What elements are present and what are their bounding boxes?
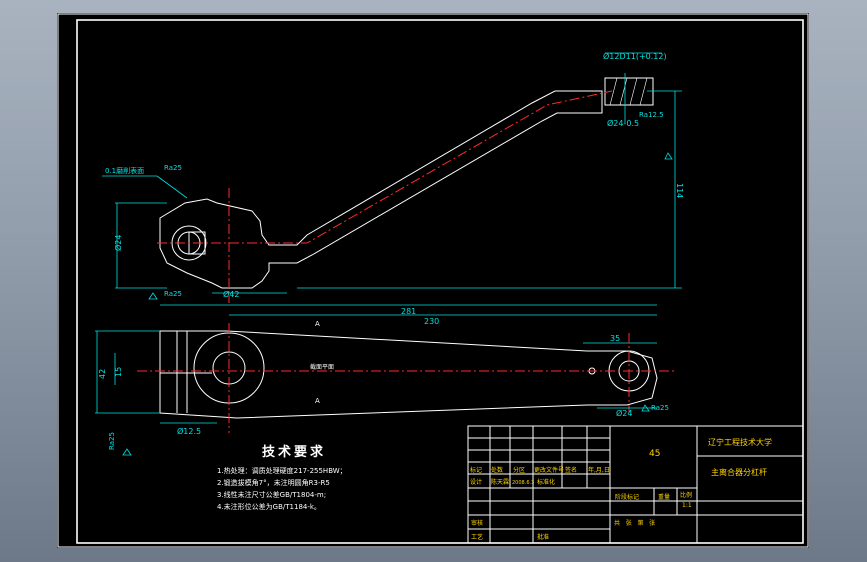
tb-standard: 标准化	[537, 478, 555, 486]
dim-ra-top: Ra12.5	[639, 111, 664, 119]
center-label: 截面平面	[310, 363, 334, 371]
drawing-canvas: Ø12D11(+0.12) Ø24-0.5 Ra12.5 114 Ø24 Ø42…	[57, 13, 809, 548]
ra-lower-left-label: Ra25	[108, 432, 116, 450]
tb-designer: 陈天霖	[491, 478, 509, 486]
tb-scale-label: 比例	[680, 491, 692, 499]
tech-req-heading: 技术要求	[262, 444, 326, 460]
ra-right-label: Ra25	[651, 404, 669, 412]
material-label: 45	[649, 449, 660, 459]
ra-left-label: Ra25	[164, 290, 182, 298]
dim-left-d-label: Ø24	[113, 235, 123, 251]
tech-req-item-3: 3.线性未注尺寸公差GB/T1804-m;	[217, 490, 326, 499]
tb-count: 处数	[491, 466, 503, 474]
dim-230-label: 230	[424, 317, 439, 326]
boss-hatch	[609, 77, 648, 106]
lever-outline-lower	[159, 330, 658, 419]
dim-42v-label: 42	[98, 369, 107, 379]
dim-28-label: Ø24	[616, 408, 632, 418]
outer-frame	[57, 13, 809, 548]
dim-281-label: 281	[401, 307, 416, 316]
tb-mark: 标记	[470, 466, 482, 474]
tb-approve: 批准	[537, 533, 549, 541]
surface-note: 0.1磨削表面	[105, 166, 144, 175]
dim-d24-label: Ø24-0.5	[607, 118, 639, 128]
part-name-label: 主离合器分杠杆	[711, 467, 767, 477]
tech-req-item-1: 1.热处理：调质处理硬度217-255HBW；	[217, 466, 347, 475]
drawing-sheet[interactable]: Ø12D11(+0.12) Ø24-0.5 Ra12.5 114 Ø24 Ø42…	[57, 13, 809, 548]
upper-view	[102, 52, 682, 303]
cad-viewport: Ø12D11(+0.12) Ø24-0.5 Ra12.5 114 Ø24 Ø42…	[0, 0, 867, 562]
tb-date: 年,月,日	[588, 466, 610, 474]
section-a2-label: A	[315, 397, 320, 405]
dim-12-5-label: Ø12.5	[177, 426, 201, 436]
tb-process: 工艺	[471, 533, 483, 541]
tb-review: 审核	[471, 519, 483, 527]
school-label: 辽宁工程技术大学	[708, 437, 772, 447]
section-a-label: A	[315, 320, 320, 328]
lever-outline-upper	[159, 90, 603, 289]
tech-req-item-4: 4.未注形位公差为GB/T1184-k。	[217, 502, 321, 511]
dim-114-label: 114	[675, 183, 684, 198]
dim-15-label: 15	[114, 367, 123, 377]
tb-sheets: 共 张 第 张	[614, 519, 655, 527]
dim-42-label: Ø42	[223, 289, 239, 299]
upper-centerline	[157, 90, 613, 244]
tb-stage-mark: 阶段标记	[615, 493, 639, 501]
tb-design-date: 2008.6.3	[512, 480, 534, 486]
scale-label: 1:1	[682, 502, 692, 509]
dim-35-label: 35	[610, 334, 620, 343]
inner-frame	[76, 19, 804, 544]
tb-zone: 分区	[513, 466, 525, 474]
tb-weight: 重量	[658, 493, 670, 501]
tb-doc-no: 更改文件号	[534, 466, 564, 474]
tb-design: 设计	[470, 478, 482, 486]
tb-sign: 签名	[565, 466, 577, 474]
dim-d12-label: Ø12D11(+0.12)	[603, 51, 667, 61]
tech-req-item-2: 2.锻造拔模角7°，未注明圆角R3-R5	[217, 478, 330, 487]
ra-note: Ra25	[164, 164, 182, 172]
